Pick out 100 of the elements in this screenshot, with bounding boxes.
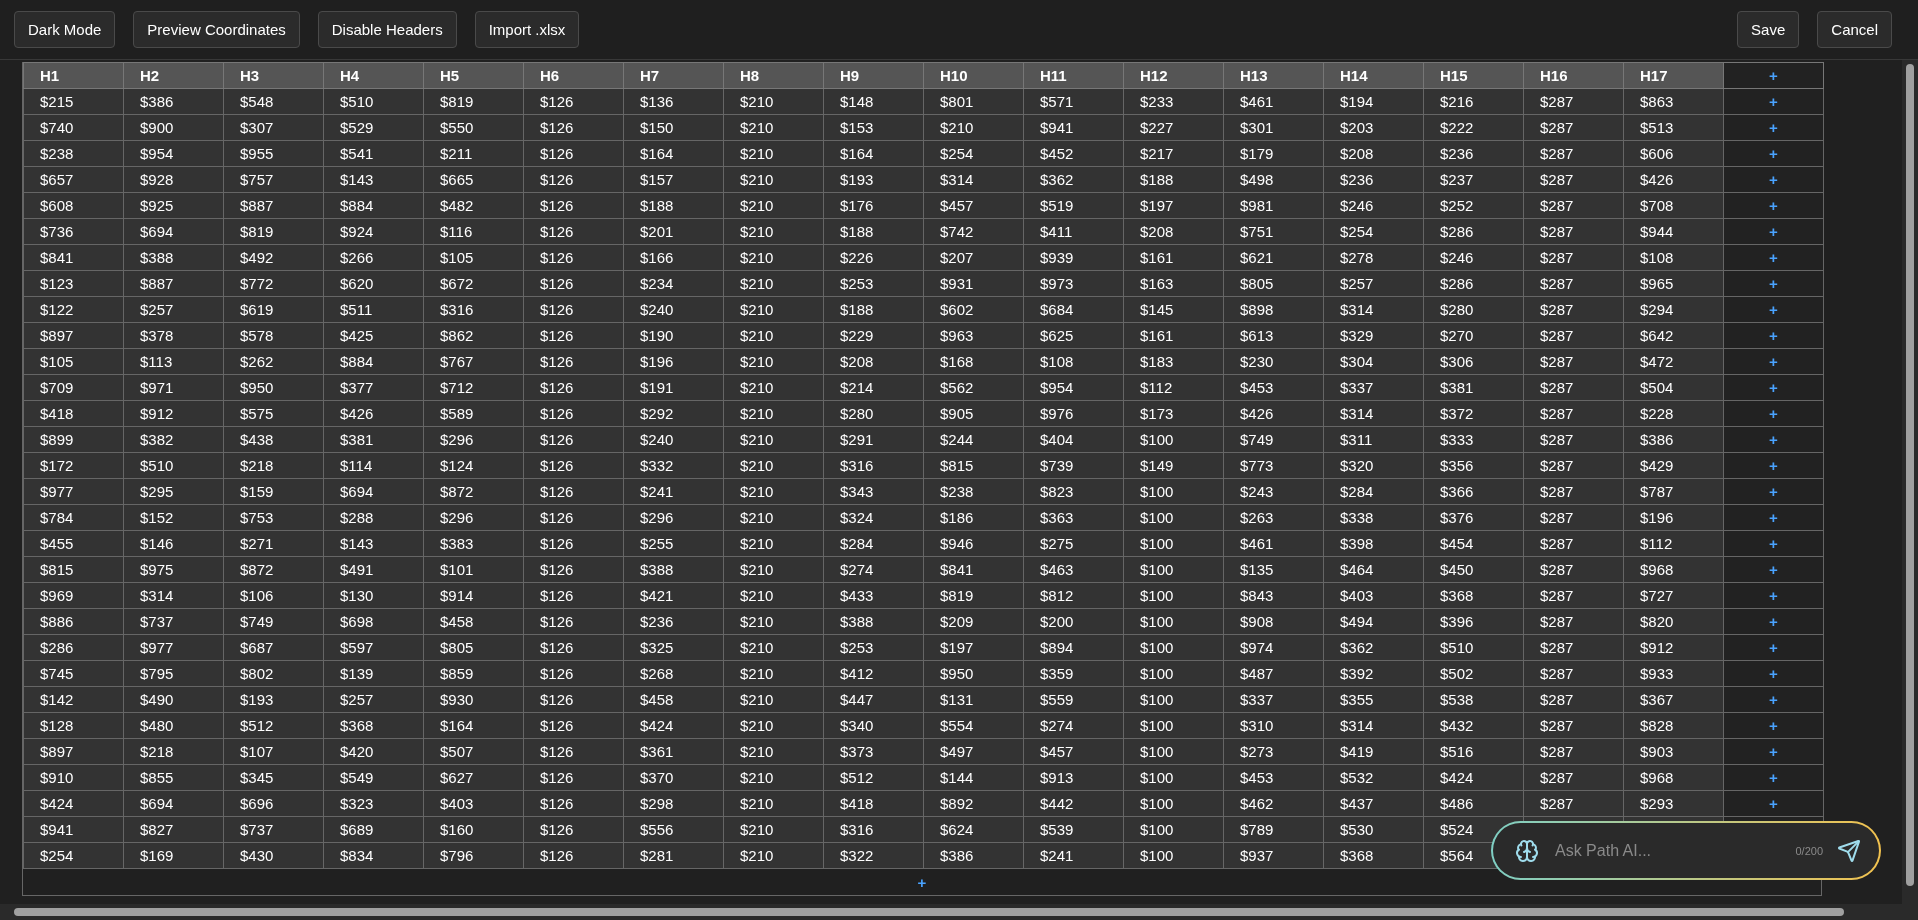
add-column-button[interactable]: + (1723, 738, 1824, 765)
add-column-button[interactable]: + (1723, 348, 1824, 375)
table-cell: $464 (1323, 556, 1424, 583)
add-column-button[interactable]: + (1723, 426, 1824, 453)
table-cell: $359 (1023, 660, 1124, 687)
table-cell: $386 (1623, 426, 1724, 453)
table-cell: $941 (1023, 114, 1124, 141)
toolbar-button[interactable]: Save (1737, 11, 1800, 48)
add-column-button[interactable]: + (1723, 296, 1824, 323)
table-cell: $900 (123, 114, 224, 141)
table-cell: $905 (923, 400, 1024, 427)
add-column-button[interactable]: + (1723, 218, 1824, 245)
add-column-button[interactable]: + (1723, 712, 1824, 739)
table-cell: $216 (1423, 88, 1524, 115)
table-cell: $188 (623, 192, 724, 219)
toolbar-button[interactable]: Dark Mode (14, 11, 116, 48)
table-cell: $131 (923, 686, 1024, 713)
add-column-button[interactable]: + (1723, 530, 1824, 557)
add-column-button[interactable]: + (1723, 478, 1824, 505)
table-cell: $210 (723, 322, 824, 349)
toolbar-button[interactable]: Cancel (1817, 11, 1892, 48)
table-cell: $113 (123, 348, 224, 375)
add-column-button[interactable]: + (1723, 88, 1824, 115)
table-cell: $452 (1023, 140, 1124, 167)
horizontal-scrollbar[interactable] (14, 908, 1844, 916)
table-cell: $388 (623, 556, 724, 583)
table-cell: $492 (223, 244, 324, 271)
add-column-button[interactable]: + (1723, 166, 1824, 193)
table-cell: $197 (923, 634, 1024, 661)
toolbar-button[interactable]: Preview Coordinates (133, 11, 300, 48)
table-cell: $210 (723, 660, 824, 687)
table-cell: $578 (223, 322, 324, 349)
column-header: H13 (1223, 62, 1324, 89)
toolbar-button[interactable]: Import .xlsx (474, 11, 580, 48)
add-column-button[interactable]: + (1723, 764, 1824, 791)
table-cell: $773 (1223, 452, 1324, 479)
table-cell: $287 (1523, 270, 1624, 297)
table-cell: $345 (223, 764, 324, 791)
table-cell: $287 (1523, 738, 1624, 765)
table-cell: $620 (323, 270, 424, 297)
table-cell: $186 (923, 504, 1024, 531)
table-cell: $412 (823, 660, 924, 687)
add-column-button[interactable]: + (1723, 608, 1824, 635)
table-cell: $606 (1623, 140, 1724, 167)
vertical-scrollbar[interactable] (1906, 64, 1914, 886)
table-cell: $210 (723, 400, 824, 427)
table-cell: $403 (423, 790, 524, 817)
table-cell: $210 (723, 244, 824, 271)
add-column-button[interactable]: + (1723, 114, 1824, 141)
table-cell: $217 (1123, 140, 1224, 167)
table-cell: $176 (823, 192, 924, 219)
table-cell: $126 (523, 166, 624, 193)
table-cell: $287 (1523, 244, 1624, 271)
table-cell: $210 (723, 608, 824, 635)
table-cell: $281 (623, 842, 724, 869)
add-column-button[interactable]: + (1723, 660, 1824, 687)
add-column-button[interactable]: + (1723, 400, 1824, 427)
table-cell: $143 (323, 166, 424, 193)
table-cell: $418 (823, 790, 924, 817)
add-column-button[interactable]: + (1723, 504, 1824, 531)
add-column-button[interactable]: + (1723, 322, 1824, 349)
table-cell: $745 (23, 660, 124, 687)
add-column-button[interactable]: + (1723, 790, 1824, 817)
table-cell: $530 (1323, 816, 1424, 843)
table-cell: $287 (1523, 348, 1624, 375)
add-column-button[interactable]: + (1723, 374, 1824, 401)
add-column-button[interactable]: + (1723, 452, 1824, 479)
table-cell: $207 (923, 244, 1024, 271)
table-cell: $442 (1023, 790, 1124, 817)
send-button[interactable] (1837, 838, 1861, 863)
table-cell: $287 (1523, 296, 1624, 323)
table-cell: $625 (1023, 322, 1124, 349)
add-row-button[interactable]: + (915, 873, 929, 891)
ask-field[interactable]: Ask Path AI... (1553, 840, 1782, 861)
table-cell: $284 (823, 530, 924, 557)
table-cell: $529 (323, 114, 424, 141)
add-column-button[interactable]: + (1723, 244, 1824, 271)
table-cell: $100 (1123, 478, 1224, 505)
add-column-button[interactable]: + (1723, 556, 1824, 583)
table-cell: $210 (723, 816, 824, 843)
table-cell: $215 (23, 88, 124, 115)
add-column-button[interactable]: + (1723, 62, 1824, 89)
add-column-button[interactable]: + (1723, 140, 1824, 167)
table-cell: $511 (323, 296, 424, 323)
table-cell: $100 (1123, 530, 1224, 557)
add-column-button[interactable]: + (1723, 634, 1824, 661)
add-column-button[interactable]: + (1723, 582, 1824, 609)
table-cell: $739 (1023, 452, 1124, 479)
table-cell: $108 (1623, 244, 1724, 271)
add-column-button[interactable]: + (1723, 686, 1824, 713)
add-column-button[interactable]: + (1723, 270, 1824, 297)
table-cell: $143 (323, 530, 424, 557)
table-cell: $510 (323, 88, 424, 115)
toolbar-button[interactable]: Disable Headers (317, 11, 457, 48)
table-cell: $472 (1623, 348, 1724, 375)
add-column-button[interactable]: + (1723, 192, 1824, 219)
table-cell: $190 (623, 322, 724, 349)
column-header: H6 (523, 62, 624, 89)
table-cell: $287 (1523, 556, 1624, 583)
table-cell: $126 (523, 244, 624, 271)
